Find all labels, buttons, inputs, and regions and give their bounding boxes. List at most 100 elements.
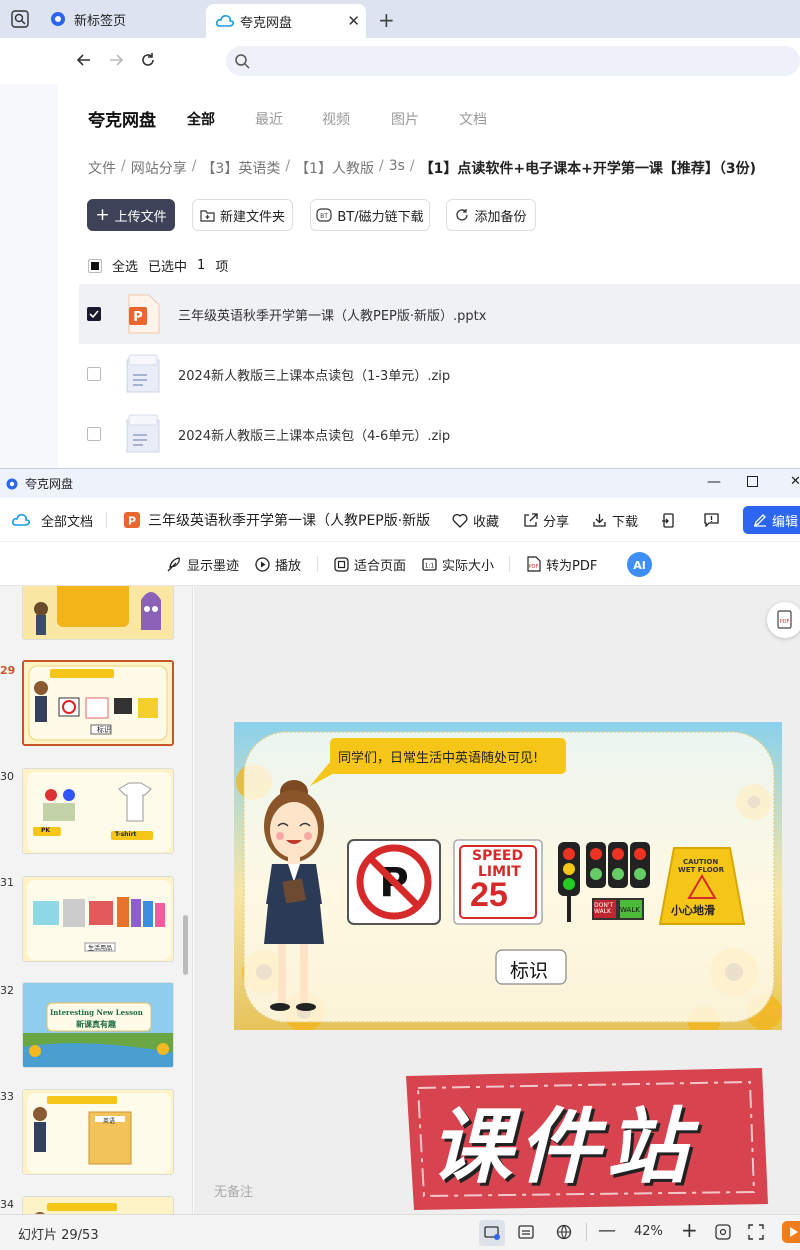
back-arrow-icon[interactable] <box>76 52 92 68</box>
page-left-gutter <box>0 84 58 468</box>
zoom-out-icon[interactable]: — <box>598 1220 616 1241</box>
edit-button[interactable]: 编辑 <box>743 506 800 534</box>
nav-tab-doc[interactable]: 文档 <box>459 109 487 129</box>
pdf-float-button[interactable]: PDF <box>767 602 800 638</box>
file-row[interactable]: 2024新人教版三上课本点读包（1-3单元）.zip <box>79 344 800 404</box>
pencil-icon <box>753 513 767 527</box>
tab-search-icon[interactable] <box>10 9 30 29</box>
slide-speech-text: 同学们，日常生活中英语随处可见! <box>338 751 539 766</box>
address-bar[interactable] <box>226 46 800 76</box>
slide-thumbnail[interactable]: PK T-shirt <box>22 768 174 854</box>
svg-text:PDF: PDF <box>529 564 539 570</box>
nav-tab-image[interactable]: 图片 <box>391 109 419 129</box>
slide-number: 30 <box>0 770 14 783</box>
close-window-icon[interactable]: ✕ <box>790 474 800 489</box>
bt-download-button[interactable]: BT BT/磁力链下载 <box>310 199 430 231</box>
search-icon <box>234 53 250 69</box>
file-checkbox[interactable] <box>87 367 101 381</box>
file-checkbox[interactable] <box>87 307 101 321</box>
slide-thumbnail[interactable]: 英语 <box>22 1089 174 1175</box>
watermark-stamp: 课件站 <box>400 1064 770 1214</box>
export-icon[interactable] <box>661 498 675 542</box>
svg-text:1:1: 1:1 <box>425 562 435 569</box>
close-tab-icon[interactable]: ✕ <box>347 12 360 30</box>
slide-thumbnail[interactable]: Interesting New Lesson 新课真有趣 <box>22 982 174 1068</box>
breadcrumb-item[interactable]: 3s <box>389 158 405 178</box>
file-name: 2024新人教版三上课本点读包（1-3单元）.zip <box>178 368 451 384</box>
slide-number: 32 <box>0 984 14 997</box>
slideshow-play-icon[interactable] <box>782 1221 800 1243</box>
zip-file-icon <box>125 414 161 454</box>
slide-number: 29 <box>0 664 16 677</box>
show-ink-label: 显示墨迹 <box>187 558 240 574</box>
nav-tab-recent[interactable]: 最近 <box>255 109 283 129</box>
notes-view-icon[interactable] <box>518 1224 534 1240</box>
slide-thumbnail[interactable] <box>22 586 174 640</box>
folder-plus-icon <box>200 209 215 222</box>
slide-thumbnail[interactable] <box>22 1196 174 1214</box>
forward-arrow-icon[interactable] <box>108 52 124 68</box>
cloud-icon <box>216 14 234 28</box>
svg-text:AI: AI <box>633 559 646 572</box>
new-folder-button[interactable]: 新建文件夹 <box>192 199 293 231</box>
maximize-icon[interactable] <box>747 476 758 487</box>
all-docs-link[interactable]: 全部文档 <box>12 498 93 542</box>
divider <box>317 556 318 572</box>
thumbnail-scrollbar[interactable] <box>183 915 188 975</box>
favorite-button[interactable]: 收藏 <box>452 498 499 542</box>
tab-quark-drive[interactable]: 夸克网盘 ✕ <box>206 4 366 38</box>
actual-size-label: 实际大小 <box>442 558 495 574</box>
feedback-icon[interactable] <box>704 498 719 542</box>
pptx-icon: P <box>124 512 140 528</box>
select-all-label[interactable]: 全选 <box>112 256 138 275</box>
reload-icon[interactable] <box>140 52 156 68</box>
fullscreen-icon[interactable] <box>748 1224 764 1240</box>
browser-tab-strip: 新标签页 夸克网盘 ✕ + <box>0 0 800 38</box>
actual-size-button[interactable]: 1:1 实际大小 <box>422 542 494 586</box>
minimize-icon[interactable]: — <box>707 474 721 490</box>
breadcrumb-item[interactable]: 网站分享 <box>131 158 187 178</box>
breadcrumb-item[interactable]: 文件 <box>88 158 116 178</box>
window-title: 夸克网盘 <box>25 477 74 491</box>
file-row[interactable]: 2024新人教版三上课本点读包（4-6单元）.zip <box>79 404 800 464</box>
thumb-caption: 生活用品 <box>88 945 113 952</box>
normal-view-button[interactable] <box>479 1220 505 1246</box>
thumb-caption: 标识 <box>97 726 111 734</box>
breadcrumb-item[interactable]: 【1】人教版 <box>295 158 374 178</box>
breadcrumb-item[interactable]: 【3】英语类 <box>201 158 280 178</box>
slide-thumbnail-selected[interactable]: 标识 <box>22 660 174 746</box>
ai-assistant-icon[interactable]: AI <box>627 552 652 577</box>
upload-button[interactable]: + 上传文件 <box>87 199 175 231</box>
bt-label: BT/磁力链下载 <box>337 209 424 225</box>
select-all-checkbox[interactable] <box>88 258 102 273</box>
favorite-label: 收藏 <box>473 514 500 530</box>
slide-thumbnail[interactable]: 生活用品 <box>22 876 174 962</box>
show-ink-button[interactable]: 显示墨迹 <box>166 542 239 586</box>
notes-placeholder[interactable]: 无备注 <box>214 1181 253 1200</box>
tab-new-tab[interactable]: 新标签页 <box>36 0 206 38</box>
new-tab-plus-icon[interactable]: + <box>378 8 395 32</box>
all-docs-label: 全部文档 <box>41 514 94 530</box>
selected-count: 1 <box>197 258 206 273</box>
nav-tab-video[interactable]: 视频 <box>322 109 350 129</box>
drive-logo[interactable]: 夸克网盘 <box>88 106 156 131</box>
caution-text: CAUTION <box>683 858 719 866</box>
selection-row: 全选 已选中 1 项 <box>88 256 228 275</box>
to-pdf-button[interactable]: PDF 转为PDF <box>526 542 597 586</box>
slide-caption: 标识 <box>510 960 549 982</box>
nav-tab-all[interactable]: 全部 <box>187 109 215 129</box>
fit-page-button[interactable]: 适合页面 <box>334 542 406 586</box>
play-button[interactable]: 播放 <box>255 542 301 586</box>
globe-icon[interactable] <box>556 1224 572 1240</box>
fit-window-icon[interactable] <box>715 1224 731 1240</box>
caution-cn-text: 小心地滑 <box>671 904 715 917</box>
cloud-icon <box>12 513 30 527</box>
wet-floor-text: WET FLOOR <box>678 866 724 874</box>
file-checkbox[interactable] <box>87 427 101 441</box>
download-button[interactable]: 下载 <box>592 498 638 542</box>
file-row[interactable]: P 三年级英语秋季开学第一课（人教PEP版·新版）.pptx <box>79 284 800 344</box>
share-button[interactable]: 分享 <box>523 498 569 542</box>
add-backup-button[interactable]: 添加备份 <box>446 199 536 231</box>
pdf-icon: PDF <box>526 556 541 572</box>
zoom-in-icon[interactable]: + <box>681 1218 698 1242</box>
